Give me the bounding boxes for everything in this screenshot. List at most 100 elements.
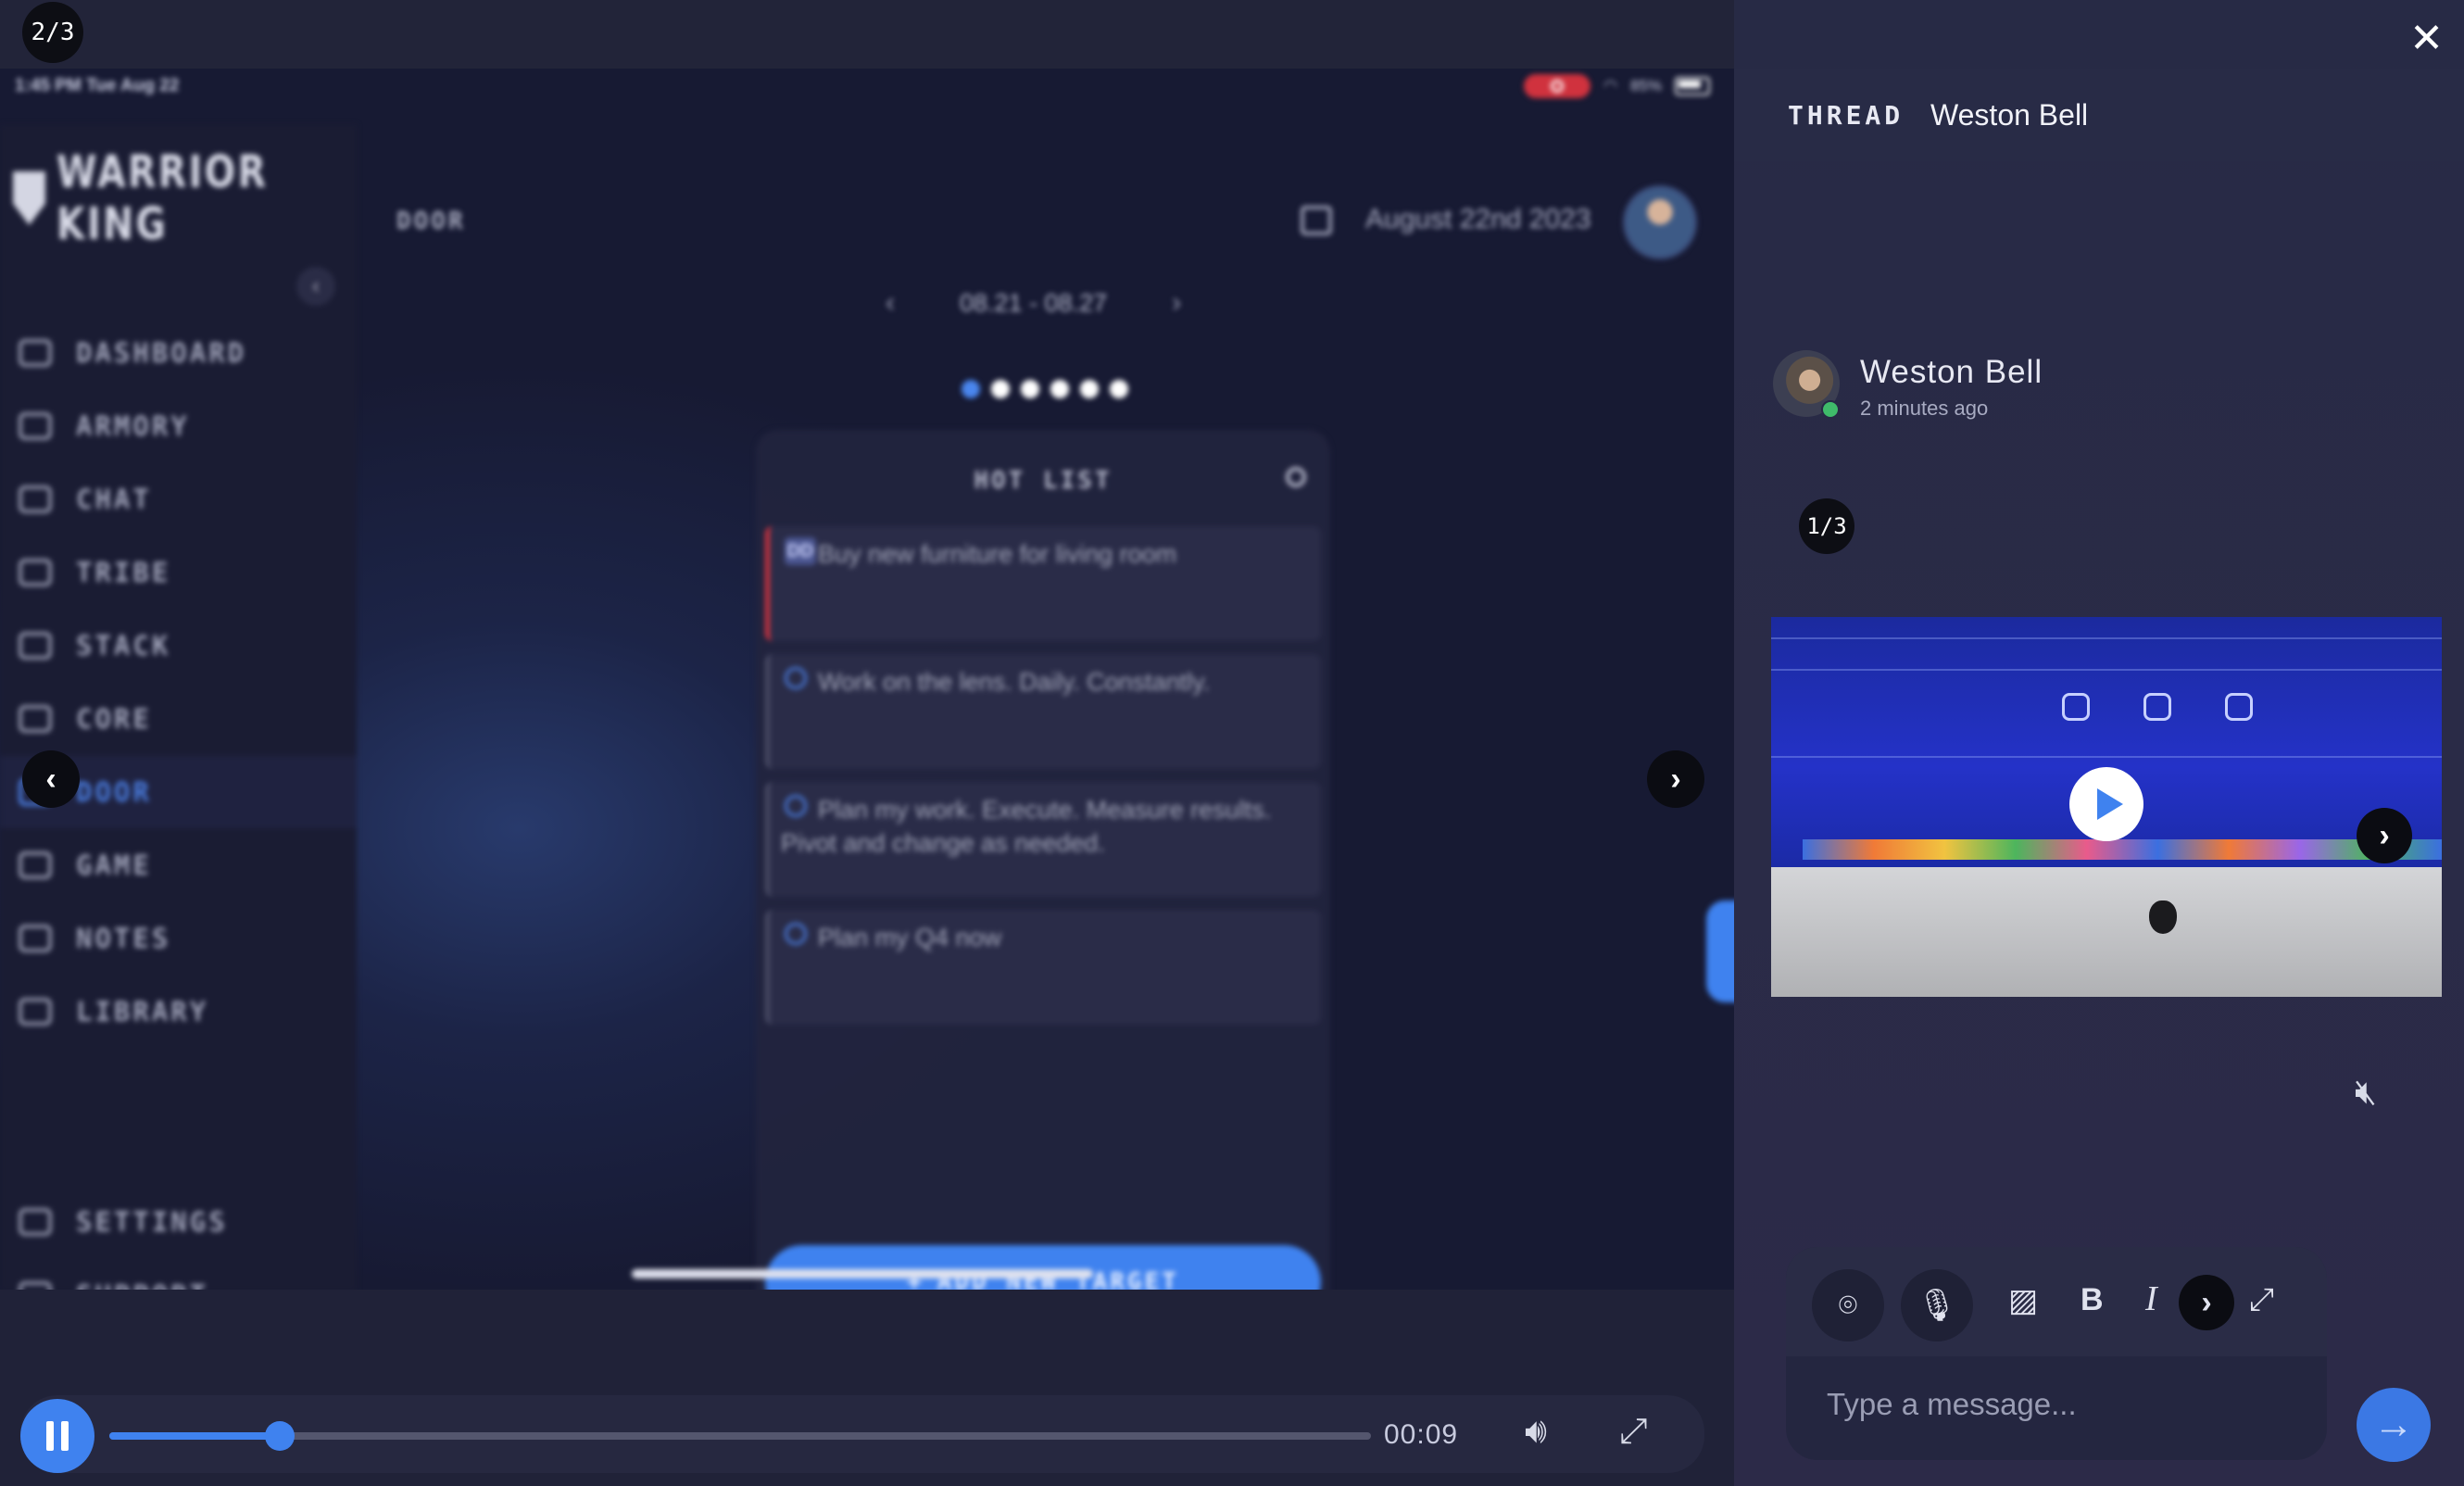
- hex-icon: [2062, 693, 2090, 721]
- video-player-controls: 00:09 🔊︎ ⤢: [20, 1395, 1704, 1473]
- sidebar-item-library[interactable]: LIBRARY: [0, 976, 357, 1048]
- online-status-badge: [1821, 400, 1840, 419]
- playback-time: 00:09: [1384, 1419, 1459, 1450]
- user-avatar[interactable]: [1623, 185, 1697, 259]
- volume-icon[interactable]: 🔊︎: [1525, 1412, 1547, 1452]
- expand-icon[interactable]: ⤢: [2249, 1282, 2274, 1318]
- next-media-button[interactable]: ›: [1647, 750, 1704, 808]
- page-dot[interactable]: [1080, 380, 1099, 398]
- message-input[interactable]: [1825, 1371, 2292, 1438]
- video-frame[interactable]: 1:45 PM Tue Aug 22 ◠ 85% WARRIOR KING ‹ …: [0, 69, 1734, 1290]
- device-status-icons: ◠ 85%: [1524, 74, 1710, 98]
- screen-line: [1771, 756, 2442, 758]
- task-text: Plan my work. Execute. Measure results. …: [781, 796, 1272, 857]
- battery-percent: 85%: [1629, 77, 1662, 94]
- page-dot[interactable]: [991, 380, 1010, 398]
- sidebar-item-support[interactable]: SUPPORT: [0, 1259, 357, 1290]
- sidebar-item-chat[interactable]: CHAT: [0, 463, 357, 535]
- current-date: August 22nd 2023: [1365, 204, 1591, 234]
- task-check-icon[interactable]: [785, 923, 807, 945]
- bold-icon[interactable]: B: [2081, 1282, 2104, 1318]
- play-button[interactable]: [2069, 767, 2143, 841]
- dashboard-icon: [19, 339, 52, 367]
- support-icon: [19, 1281, 52, 1290]
- close-icon[interactable]: ✕: [2409, 15, 2444, 62]
- device-status-time: 1:45 PM Tue Aug 22: [15, 76, 180, 95]
- page-dot[interactable]: [1050, 380, 1069, 398]
- fullscreen-icon[interactable]: ⤢: [1619, 1412, 1647, 1452]
- microphone-icon[interactable]: 🎙︎: [1901, 1269, 1973, 1341]
- image-icon[interactable]: ▨: [2008, 1282, 2038, 1319]
- previous-media-button[interactable]: ‹: [22, 750, 80, 808]
- video-content: 1:45 PM Tue Aug 22 ◠ 85% WARRIOR KING ‹ …: [0, 69, 1734, 1290]
- side-drawer-tab[interactable]: [1706, 900, 1734, 1002]
- task-text: Work on the lens. Daily. Constantly.: [818, 668, 1211, 696]
- search-icon[interactable]: [1286, 467, 1306, 487]
- add-new-target-button[interactable]: + ADD NEW TARGET: [765, 1245, 1321, 1290]
- message-composer: ⌾ 🎙︎ ▨ B I › ⤢: [1786, 1247, 2327, 1460]
- sidebar-item-label: ARMORY: [76, 410, 190, 442]
- sidebar-item-label: GAME: [76, 850, 152, 881]
- sidebar-item-game[interactable]: GAME: [0, 829, 357, 901]
- video-thumbnail[interactable]: [1771, 617, 2442, 997]
- task-text: Plan my Q4 now: [818, 924, 1002, 951]
- sidebar-item-core[interactable]: CORE: [0, 683, 357, 755]
- sidebar-item-tribe[interactable]: TRIBE: [0, 536, 357, 609]
- post-timestamp: 2 minutes ago: [1860, 397, 1989, 420]
- app-sidebar: WARRIOR KING ‹ DASHBOARD ARMORY CHAT TRIBE S…: [0, 124, 357, 1290]
- pause-icon: [46, 1421, 54, 1451]
- next-week-chevron-icon[interactable]: ›: [1172, 287, 1181, 319]
- italic-icon[interactable]: I: [2145, 1278, 2157, 1319]
- page-dots: [962, 380, 1128, 398]
- sidebar-item-dashboard[interactable]: DASHBOARD: [0, 317, 357, 389]
- author-name[interactable]: Weston Bell: [1860, 354, 2043, 391]
- dock-bar: [1803, 839, 2442, 860]
- sidebar-collapse-button[interactable]: ‹: [296, 267, 335, 306]
- hot-list-title: HOT LIST: [974, 467, 1113, 495]
- viewer-topbar: [0, 0, 1734, 69]
- record-icon: [1551, 80, 1565, 93]
- task-item[interactable]: DD Buy new furniture for living room: [765, 526, 1321, 641]
- media-viewer: 2/3 1:45 PM Tue Aug 22 ◠ 85% WARRIOR KIN…: [0, 0, 1734, 1486]
- pause-button[interactable]: [20, 1399, 94, 1473]
- next-thread-media-button[interactable]: ›: [2357, 808, 2412, 863]
- seek-bar[interactable]: [109, 1421, 1371, 1451]
- monitor-chin: [1771, 867, 2442, 997]
- task-item[interactable]: Work on the lens. Daily. Constantly.: [765, 654, 1321, 769]
- hot-list-panel: HOT LIST DD Buy new furniture for living…: [756, 430, 1330, 1290]
- thread-panel: ✕ THREAD Weston Bell Weston Bell 2 minut…: [1734, 0, 2464, 1486]
- camera-icon[interactable]: ⌾: [1812, 1269, 1884, 1341]
- notes-icon: [19, 925, 52, 952]
- hex-icon: [2143, 693, 2171, 721]
- send-button[interactable]: →: [2357, 1388, 2431, 1462]
- page-dot[interactable]: [1021, 380, 1039, 398]
- screen-line: [1771, 669, 2442, 671]
- thread-media-counter: 1/3: [1799, 498, 1854, 554]
- thread-user-name: Weston Bell: [1930, 98, 2089, 132]
- library-icon: [19, 998, 52, 1026]
- recording-indicator: [1524, 74, 1591, 98]
- sidebar-item-armory[interactable]: ARMORY: [0, 390, 357, 462]
- page-dot[interactable]: [1110, 380, 1128, 398]
- page-title: DOOR: [396, 208, 466, 235]
- sidebar-item-label: CHAT: [76, 484, 152, 515]
- sidebar-item-notes[interactable]: NOTES: [0, 902, 357, 975]
- pause-icon: [61, 1421, 69, 1451]
- composer-toolbar: ⌾ 🎙︎ ▨ B I › ⤢: [1786, 1247, 2327, 1356]
- calendar-icon[interactable]: [1301, 206, 1332, 235]
- sidebar-item-label: SETTINGS: [76, 1206, 228, 1238]
- home-indicator: [632, 1269, 1093, 1278]
- task-item[interactable]: Plan my Q4 now: [765, 910, 1321, 1025]
- sidebar-item-stack[interactable]: STACK: [0, 610, 357, 682]
- prev-week-chevron-icon[interactable]: ‹: [886, 287, 895, 319]
- sidebar-item-settings[interactable]: SETTINGS: [0, 1186, 357, 1258]
- mute-icon[interactable]: 🔇︎: [2355, 1073, 2377, 1113]
- brand-logo: WARRIOR KING: [13, 146, 357, 250]
- more-tools-chevron-icon[interactable]: ›: [2179, 1275, 2234, 1330]
- seek-handle[interactable]: [264, 1421, 295, 1451]
- task-check-icon[interactable]: [785, 667, 807, 689]
- page-dot[interactable]: [962, 380, 980, 398]
- task-item[interactable]: Plan my work. Execute. Measure results. …: [765, 782, 1321, 897]
- battery-icon: [1675, 77, 1710, 95]
- game-icon: [19, 851, 52, 879]
